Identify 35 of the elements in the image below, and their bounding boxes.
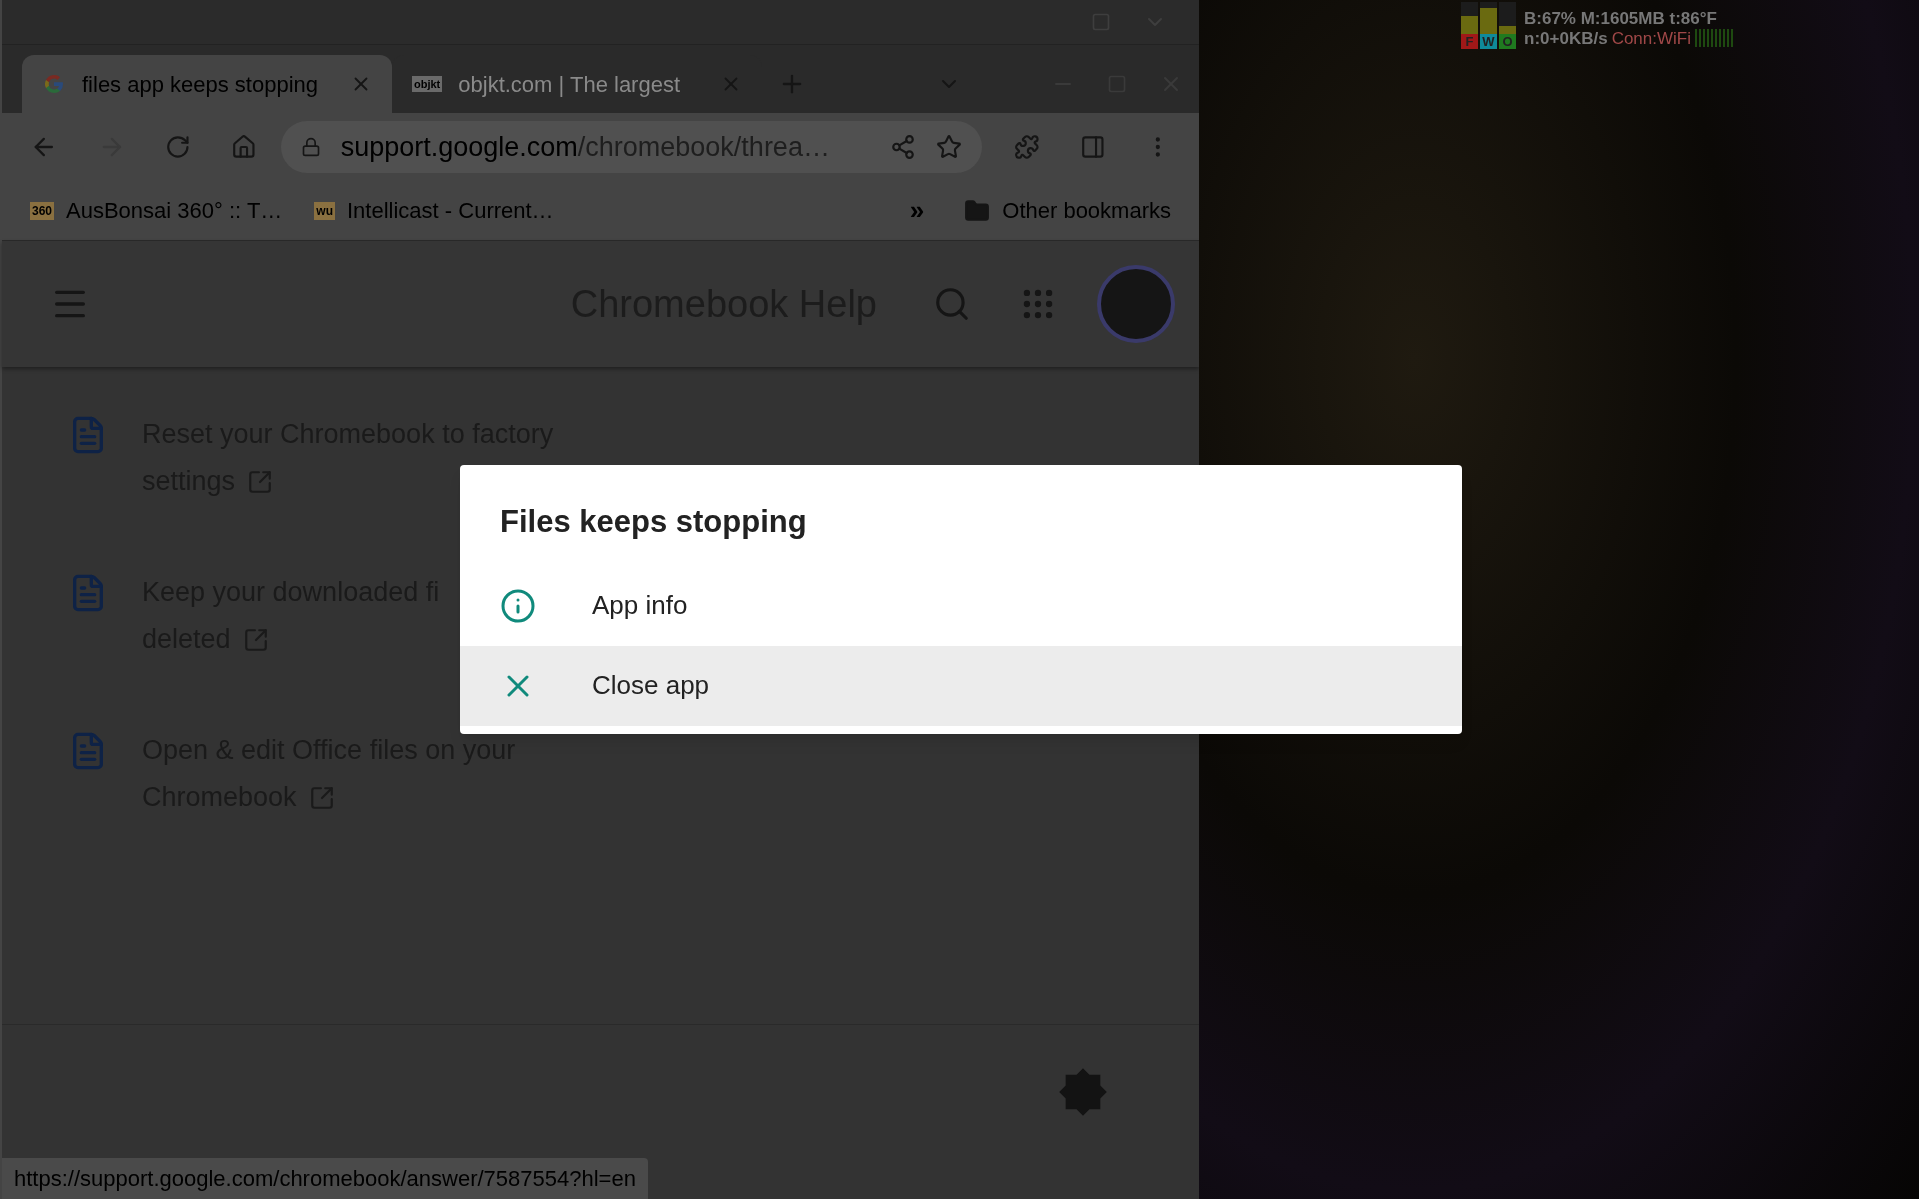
browser-tab[interactable]: files app keeps stopping bbox=[22, 55, 392, 113]
meter-label: O bbox=[1499, 34, 1516, 49]
meter-label: W bbox=[1480, 34, 1497, 49]
network-speed: n:0+0KB/s bbox=[1524, 29, 1608, 49]
dialog-title: Files keeps stopping bbox=[499, 503, 808, 541]
site-favicon: 360 bbox=[30, 201, 55, 220]
status-url: https://support.google.com/chromebook/answer/7587554?hl=en bbox=[2, 1158, 648, 1199]
home-icon[interactable] bbox=[230, 134, 257, 160]
info-icon bbox=[500, 587, 536, 624]
system-stats: B:67% M:1605MB t:86°F bbox=[1524, 9, 1718, 29]
lock-icon bbox=[300, 137, 321, 157]
network-activity-graph bbox=[1695, 29, 1735, 47]
connection-status: Conn:WiFi bbox=[1611, 29, 1691, 49]
folder-icon bbox=[964, 197, 991, 224]
tab-title: files app keeps stopping bbox=[82, 70, 319, 99]
tab-title: objkt.com | The largest bbox=[458, 70, 681, 99]
bookmark-item[interactable]: wu Intellicast - Current… bbox=[314, 194, 554, 227]
meter-label: F bbox=[1461, 34, 1478, 49]
dialog-action[interactable]: Close app bbox=[460, 645, 1462, 726]
share-icon[interactable] bbox=[890, 134, 916, 160]
google-logo-icon bbox=[42, 72, 66, 96]
external-link-icon bbox=[247, 468, 274, 495]
reload-icon[interactable] bbox=[165, 134, 191, 160]
site-favicon: wu bbox=[314, 201, 335, 220]
external-link-icon bbox=[242, 626, 269, 653]
site-favicon: objkt bbox=[412, 75, 443, 93]
side-panel-icon[interactable] bbox=[1079, 134, 1106, 160]
bookmark-folder[interactable]: Other bookmarks bbox=[964, 194, 1171, 227]
dialog-action[interactable]: App info bbox=[460, 565, 1462, 646]
search-icon[interactable] bbox=[933, 285, 971, 323]
bookmarks-overflow-button[interactable]: » bbox=[909, 191, 925, 230]
external-link-icon bbox=[308, 784, 335, 811]
extensions-icon[interactable] bbox=[1014, 134, 1040, 160]
bookmark-item[interactable]: 360 AusBonsai 360° :: T… bbox=[30, 194, 283, 227]
bookmark-star-icon[interactable] bbox=[936, 134, 962, 160]
